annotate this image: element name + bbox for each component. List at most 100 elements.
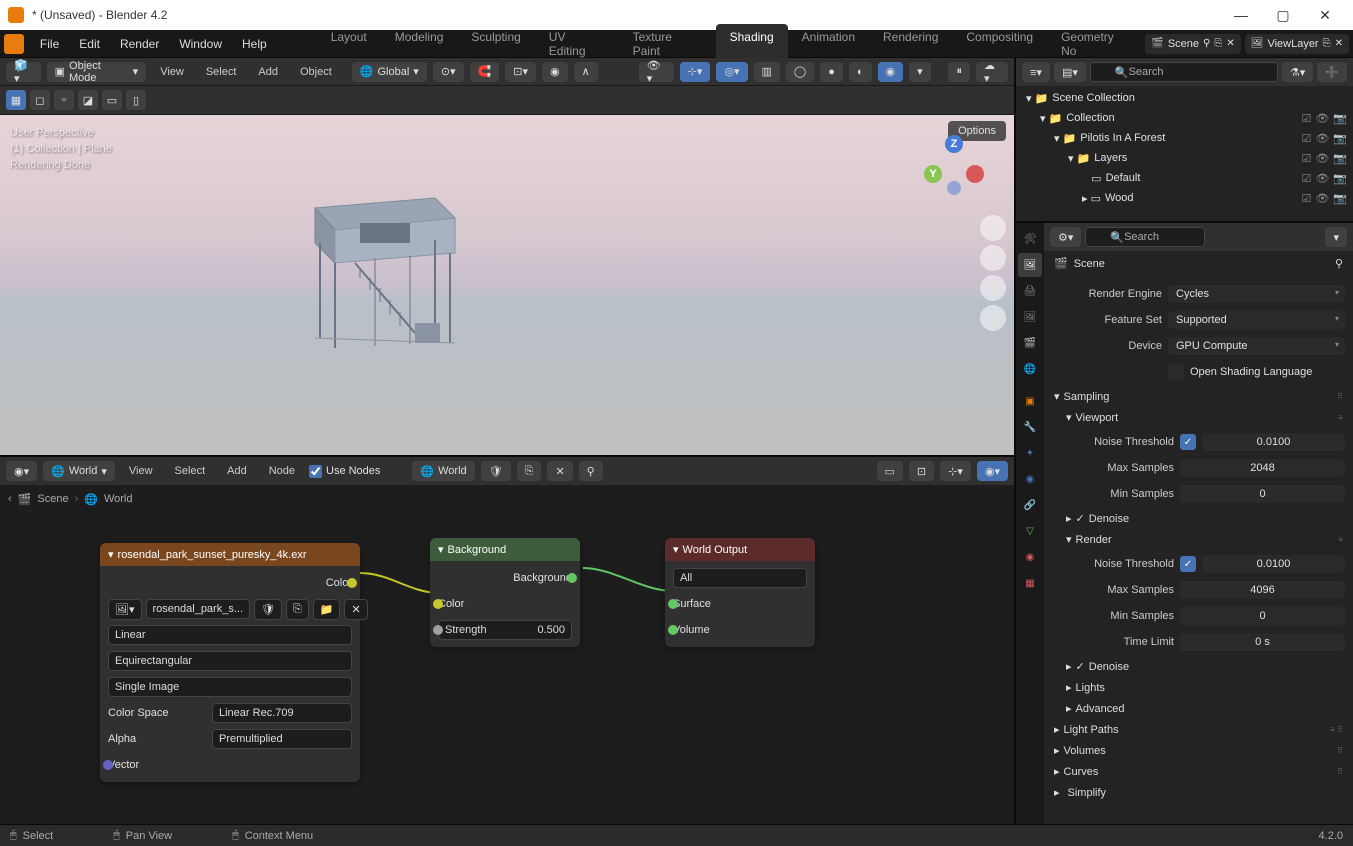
node-background[interactable]: ▾ Background Background Color Strength0.… [430,538,580,647]
shading-options[interactable]: ▾ [909,62,931,82]
pin-button[interactable]: ⚲ [579,461,603,481]
delete-icon[interactable]: ✕ [1226,38,1234,49]
world-data-selector[interactable]: 🌐 World [412,461,474,481]
axis-x-icon[interactable] [966,165,984,183]
tab-particles[interactable]: ✦ [1018,441,1042,465]
sel-invert[interactable]: ◪ [78,90,98,110]
checkbox-icon[interactable]: ☑ [1301,112,1311,125]
copy-icon[interactable]: ⎘ [1214,38,1222,49]
section-sampling[interactable]: ▾ Sampling⠿ [1052,386,1345,407]
proportional-falloff[interactable]: ∧ [574,62,598,82]
target-select[interactable]: All [673,568,807,588]
socket-surface-in[interactable] [668,599,678,609]
node-header[interactable]: ▾ Background [430,538,580,561]
pin-icon[interactable]: ⚲ [1203,38,1210,49]
tab-constraints[interactable]: 🔗 [1018,493,1042,517]
tab-object[interactable]: ▣ [1018,389,1042,413]
fake-user-button[interactable]: 🛡 [481,461,511,481]
r-min-samples-field[interactable]: 0 [1180,607,1345,625]
image-name-field[interactable]: rosendal_park_s... [146,599,251,619]
tab-world[interactable]: 🌐 [1018,357,1042,381]
r-noise-checkbox[interactable]: ✓ [1180,556,1196,572]
snap-toggle[interactable]: ▭ [877,461,903,481]
socket-bg-out[interactable] [567,573,577,583]
view-mode[interactable]: ▤▾ [1054,62,1086,82]
snap-options[interactable]: ⊡▾ [505,62,536,82]
tab-scene[interactable]: 🎬 [1018,331,1042,355]
source-select[interactable]: Single Image [108,677,352,697]
axis-neg-z-icon[interactable] [947,181,961,195]
feature-set-select[interactable]: Supported [1168,311,1345,329]
section-lights[interactable]: ▸ Lights [1064,677,1345,698]
menu-edit[interactable]: Edit [69,33,110,55]
interpolation-select[interactable]: Linear [108,625,352,645]
section-light-paths[interactable]: ▸ Light Paths≡ ⠿ [1052,719,1345,740]
projection-select[interactable]: Equirectangular [108,651,352,671]
collapse-icon[interactable]: ▾ [108,548,114,561]
sel-add[interactable]: ▯ [126,90,146,110]
use-nodes-checkbox[interactable] [309,465,322,478]
pin-icon[interactable]: ⚲ [1335,257,1343,270]
chevron-left-icon[interactable]: ‹ [8,493,12,505]
osl-checkbox[interactable] [1168,364,1184,380]
image-icon[interactable]: 🖼▾ [108,599,142,620]
new-collection-button[interactable]: ➕ [1317,62,1347,82]
menu-select[interactable]: Select [198,63,245,81]
section-advanced[interactable]: ▸ Advanced [1064,698,1345,719]
tab-data[interactable]: ▽ [1018,519,1042,543]
display-mode[interactable]: ≡▾ [1022,62,1050,82]
minimize-button[interactable]: — [1221,1,1261,29]
tab-modifiers[interactable]: 🔧 [1018,415,1042,439]
tab-output[interactable]: 🖨 [1018,279,1042,303]
render-engine-select[interactable]: Cycles [1168,285,1345,303]
backdrop-toggle[interactable]: ◉▾ [977,461,1008,481]
unlink-button[interactable]: ✕ [344,599,367,620]
vp-noise-checkbox[interactable]: ✓ [1180,434,1196,450]
menu-view[interactable]: View [152,63,192,81]
menu-view[interactable]: View [121,462,161,480]
3d-viewport[interactable]: User Perspective (1) Collection | Plane … [0,115,1014,455]
collapse-icon[interactable]: ▾ [673,543,679,556]
visibility-toggle[interactable]: 👁▾ [639,62,674,82]
menu-window[interactable]: Window [169,33,232,55]
snap-opts[interactable]: ⊡ [909,461,934,481]
section-volumes[interactable]: ▸ Volumes⠿ [1052,740,1345,761]
node-header[interactable]: ▾ rosendal_park_sunset_puresky_4k.exr [100,543,360,566]
overlay-toggle[interactable]: ◎▾ [716,62,747,82]
socket-strength-in[interactable] [433,625,443,635]
section-render[interactable]: ▾ Render≡ [1064,529,1345,550]
menu-add[interactable]: Add [219,462,255,480]
eye-icon[interactable]: 👁 [1315,112,1329,125]
pause-button[interactable]: ⏸ [948,62,970,82]
axis-z-icon[interactable]: Z [945,135,963,153]
menu-render[interactable]: Render [110,33,169,55]
colorspace-select[interactable]: Linear Rec.709 [212,703,352,723]
editor-type-selector[interactable]: 🧊▾ [6,62,41,82]
tool-select-box[interactable]: ▦ [6,90,26,110]
device-select[interactable]: GPU Compute [1168,337,1345,355]
section-curves[interactable]: ▸ Curves⠿ [1052,761,1345,782]
vp-max-samples-field[interactable]: 2048 [1180,459,1345,477]
render-pass[interactable]: ☁▾ [976,62,1008,82]
overlay-toggle[interactable]: ⊹▾ [940,461,971,481]
socket-vector-in[interactable] [103,760,113,770]
section-simplify[interactable]: ▸ Simplify [1052,782,1345,803]
shading-wireframe[interactable]: ◯ [786,62,814,82]
editor-type[interactable]: ⚙▾ [1050,227,1081,247]
time-limit-field[interactable]: 0 s [1180,633,1345,651]
copy-icon[interactable]: ⎘ [1323,38,1331,49]
camera-icon[interactable]: 📷 [1333,112,1347,125]
strength-field[interactable]: Strength0.500 [438,620,572,640]
menu-help[interactable]: Help [232,33,277,55]
gizmo-toggle[interactable]: ⊹▾ [680,62,711,82]
node-world-output[interactable]: ▾ World Output All Surface Volume [665,538,815,647]
camera-tool-icon[interactable] [980,275,1006,301]
zoom-tool-icon[interactable] [980,215,1006,241]
menu-object[interactable]: Object [292,63,340,81]
use-nodes-toggle[interactable]: Use Nodes [309,465,380,478]
unlink-button[interactable]: ✕ [547,461,572,481]
copy-button[interactable]: ⎘ [517,461,542,481]
menu-file[interactable]: File [30,33,69,55]
collapse-icon[interactable]: ▾ [438,543,444,556]
orientation-selector[interactable]: 🌐 Global ▾ [352,62,427,82]
